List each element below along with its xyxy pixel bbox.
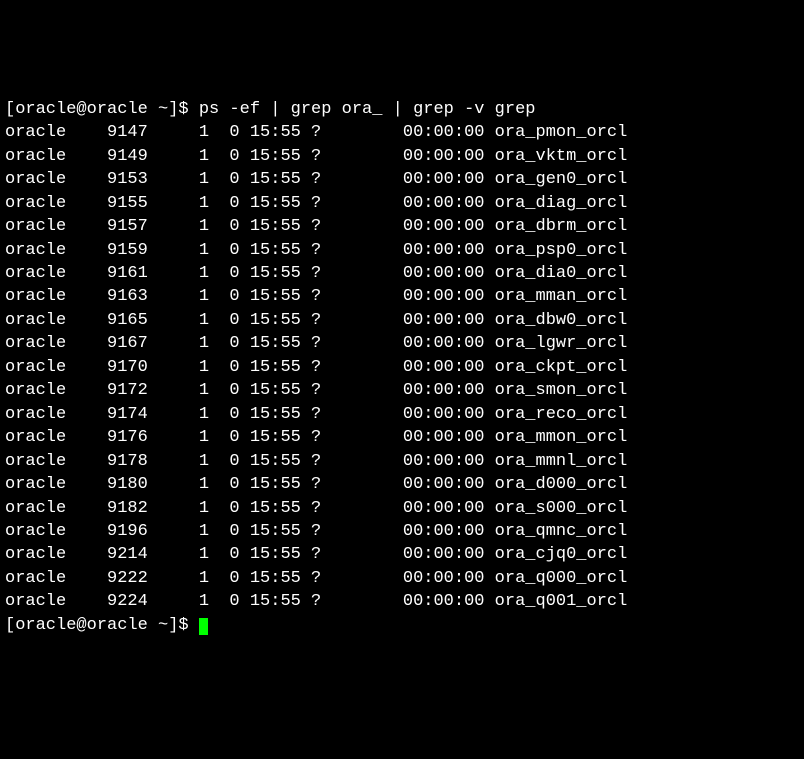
process-row: oracle 9180 1 0 15:55 ? 00:00:00 ora_d00… xyxy=(5,473,799,496)
process-row: oracle 9159 1 0 15:55 ? 00:00:00 ora_psp… xyxy=(5,239,799,262)
cursor-icon xyxy=(199,618,208,635)
process-row: oracle 9174 1 0 15:55 ? 00:00:00 ora_rec… xyxy=(5,403,799,426)
process-row: oracle 9149 1 0 15:55 ? 00:00:00 ora_vkt… xyxy=(5,145,799,168)
process-row: oracle 9147 1 0 15:55 ? 00:00:00 ora_pmo… xyxy=(5,121,799,144)
process-row: oracle 9214 1 0 15:55 ? 00:00:00 ora_cjq… xyxy=(5,543,799,566)
process-row: oracle 9167 1 0 15:55 ? 00:00:00 ora_lgw… xyxy=(5,332,799,355)
process-row: oracle 9153 1 0 15:55 ? 00:00:00 ora_gen… xyxy=(5,168,799,191)
shell-prompt-line: [oracle@oracle ~]$ ps -ef | grep ora_ | … xyxy=(5,98,799,121)
process-row: oracle 9176 1 0 15:55 ? 00:00:00 ora_mmo… xyxy=(5,426,799,449)
shell-prompt-line[interactable]: [oracle@oracle ~]$ xyxy=(5,614,799,637)
process-row: oracle 9163 1 0 15:55 ? 00:00:00 ora_mma… xyxy=(5,285,799,308)
process-row: oracle 9182 1 0 15:55 ? 00:00:00 ora_s00… xyxy=(5,497,799,520)
process-row: oracle 9170 1 0 15:55 ? 00:00:00 ora_ckp… xyxy=(5,356,799,379)
process-row: oracle 9172 1 0 15:55 ? 00:00:00 ora_smo… xyxy=(5,379,799,402)
process-row: oracle 9165 1 0 15:55 ? 00:00:00 ora_dbw… xyxy=(5,309,799,332)
terminal-output[interactable]: [oracle@oracle ~]$ ps -ef | grep ora_ | … xyxy=(5,98,799,637)
process-row: oracle 9157 1 0 15:55 ? 00:00:00 ora_dbr… xyxy=(5,215,799,238)
process-row: oracle 9224 1 0 15:55 ? 00:00:00 ora_q00… xyxy=(5,590,799,613)
process-row: oracle 9196 1 0 15:55 ? 00:00:00 ora_qmn… xyxy=(5,520,799,543)
process-row: oracle 9155 1 0 15:55 ? 00:00:00 ora_dia… xyxy=(5,192,799,215)
process-row: oracle 9161 1 0 15:55 ? 00:00:00 ora_dia… xyxy=(5,262,799,285)
process-row: oracle 9178 1 0 15:55 ? 00:00:00 ora_mmn… xyxy=(5,450,799,473)
